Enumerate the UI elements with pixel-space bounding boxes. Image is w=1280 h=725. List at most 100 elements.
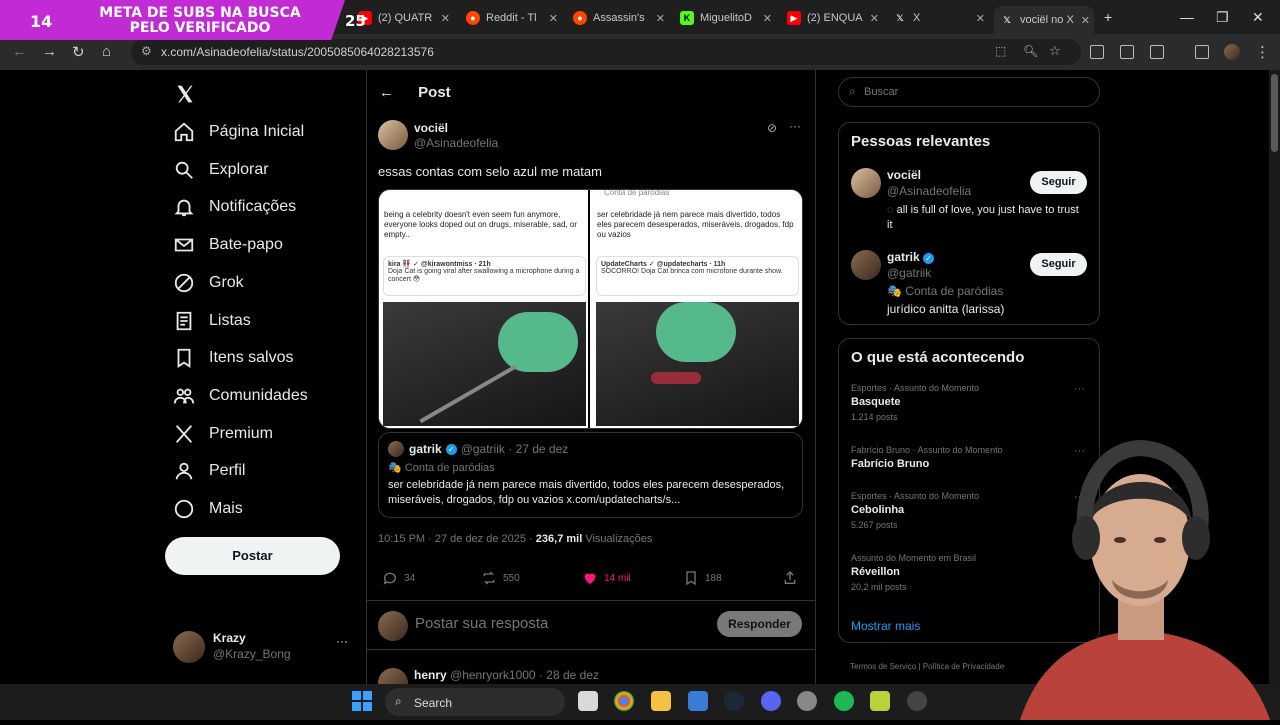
avatar — [378, 668, 408, 684]
task-view-icon[interactable] — [578, 691, 598, 711]
menu-icon[interactable]: ⋮ — [1255, 43, 1270, 61]
nav-item-notifica-es[interactable]: Notificações — [173, 196, 296, 218]
nav-item-explorar[interactable]: Explorar — [173, 159, 269, 181]
app-icon[interactable] — [870, 691, 890, 711]
quoted-post[interactable]: gatrik ✓ @gatriik · 27 de dez 🎭 Conta de… — [378, 432, 803, 518]
post-media[interactable]: being a celebrity doesn't even seem fun … — [378, 189, 803, 429]
bookmark-star-icon[interactable]: ☆ — [1049, 43, 1061, 59]
repost-button[interactable]: 550 — [481, 570, 520, 586]
file-explorer-icon[interactable] — [651, 691, 671, 711]
avatar[interactable] — [851, 168, 881, 198]
panel-title: Pessoas relevantes — [851, 133, 991, 150]
footer-links[interactable]: Termos de Serviço | Política de Privacid… — [850, 662, 1004, 671]
nav-item-bate-papo[interactable]: Bate-papo — [173, 234, 283, 256]
share-button[interactable] — [782, 570, 804, 586]
close-tab-icon[interactable]: ✕ — [976, 12, 985, 25]
close-tab-icon[interactable]: ✕ — [549, 12, 558, 25]
nav-item-grok[interactable]: Grok — [173, 272, 244, 294]
avatar[interactable] — [851, 250, 881, 280]
url-text: x.com/Asinadeofelia/status/2005085064028… — [161, 45, 434, 59]
follow-button[interactable]: Seguir — [1030, 171, 1087, 194]
restore-button[interactable]: ❐ — [1216, 9, 1229, 26]
nav-item-perfil[interactable]: Perfil — [173, 460, 245, 482]
author-handle[interactable]: @Asinadeofelia — [414, 136, 498, 150]
close-tab-icon[interactable]: ✕ — [1081, 14, 1090, 27]
browser-tab[interactable]: K MiguelitoD ✕ — [680, 6, 776, 30]
follow-button[interactable]: Seguir — [1030, 253, 1087, 276]
close-tab-icon[interactable]: ✕ — [870, 12, 879, 25]
nav-item-premium[interactable]: Premium — [173, 423, 273, 445]
avatar[interactable] — [378, 120, 408, 150]
media-icon[interactable] — [1195, 45, 1209, 59]
reply-input[interactable]: Postar sua resposta — [415, 615, 548, 632]
steam-icon[interactable] — [724, 691, 744, 711]
grok-icon[interactable]: ⊘ — [767, 121, 777, 135]
x-logo-icon — [175, 424, 193, 443]
account-switcher[interactable]: Krazy @Krazy_Bong ··· — [173, 628, 353, 668]
scrollbar-thumb[interactable] — [1271, 74, 1278, 152]
nav-item-listas[interactable]: Listas — [173, 310, 251, 332]
reload-icon[interactable]: ↻ — [72, 43, 85, 61]
taskbar-search[interactable]: ⌕ Search — [385, 688, 565, 716]
url-bar[interactable]: ⚙ x.com/Asinadeofelia/status/20050850640… — [131, 39, 1081, 65]
browser-tab[interactable]: 𝕏 X ✕ — [893, 6, 989, 30]
browser-tab[interactable]: ▶ (2) QUATR ✕ — [358, 6, 454, 30]
more-dots-icon[interactable]: ··· — [789, 119, 801, 133]
bookmark-button[interactable]: 188 — [683, 570, 722, 586]
search-input[interactable]: ⌕ Buscar — [838, 77, 1100, 107]
browser-tab[interactable]: ● Assassin's ✕ — [573, 6, 669, 30]
discord-icon[interactable] — [761, 691, 781, 711]
obs-icon[interactable] — [907, 691, 927, 711]
more-dots-icon[interactable]: ··· — [1074, 383, 1085, 395]
extension-icon[interactable] — [1090, 45, 1104, 59]
author-name[interactable]: vociël — [414, 121, 448, 135]
forward-icon[interactable]: → — [42, 43, 57, 60]
reply-button[interactable]: 34 — [382, 570, 415, 586]
post-button[interactable]: Postar — [165, 537, 340, 575]
nav-item-p-gina-inicial[interactable]: Página Inicial — [173, 121, 304, 143]
quoted-text: ser celebridade já nem parece mais diver… — [388, 479, 785, 506]
x-logo-icon[interactable] — [175, 84, 195, 104]
x-logo-icon: 𝕏 — [1003, 14, 1011, 25]
nav-item-comunidades[interactable]: Comunidades — [173, 385, 308, 407]
nav-label: Mais — [209, 500, 243, 517]
search-icon: ⌕ — [849, 84, 856, 98]
home-icon[interactable]: ⌂ — [102, 43, 111, 60]
site-info-icon[interactable]: ⚙ — [141, 44, 152, 58]
extension-icon[interactable] — [1120, 45, 1134, 59]
back-arrow-icon[interactable]: ← — [379, 84, 394, 101]
close-tab-icon[interactable]: ✕ — [763, 12, 772, 25]
browser-tab[interactable]: ● Reddit - Tl ✕ — [466, 6, 562, 30]
avatar — [388, 441, 404, 457]
install-icon[interactable]: ⬚ — [995, 44, 1006, 58]
trend-item[interactable]: Esportes · Assunto do Momento Basquete 1.2… — [851, 383, 1091, 422]
spotify-icon[interactable] — [834, 691, 854, 711]
post-meta: 10:15 PM · 27 de dez de 2025 · 236,7 mil… — [378, 533, 653, 545]
browser-tab[interactable]: ▶ (2) ENQUA ✕ — [787, 6, 883, 30]
puzzle-icon[interactable] — [1150, 45, 1164, 59]
profile-avatar[interactable] — [1224, 44, 1240, 60]
overlay-text: META DE SUBS NA BUSCA PELO VERIFICADO — [99, 5, 301, 36]
mail-icon — [174, 238, 194, 252]
home-icon — [174, 122, 194, 142]
repost-icon — [483, 571, 495, 585]
new-tab-button[interactable]: + — [1104, 9, 1112, 25]
reply-submit-button[interactable]: Responder — [717, 611, 802, 637]
chrome-icon[interactable] — [614, 691, 634, 711]
nav-item-itens-salvos[interactable]: Itens salvos — [173, 347, 293, 369]
more-dots-icon[interactable]: ··· — [336, 634, 348, 648]
back-icon[interactable]: ← — [12, 43, 27, 60]
windows-start-icon[interactable] — [352, 691, 372, 711]
close-tab-icon[interactable]: ✕ — [656, 12, 665, 25]
settings-icon[interactable] — [797, 691, 817, 711]
zoom-icon[interactable]: 🔍︎ — [1023, 44, 1038, 58]
nav-item-mais[interactable]: Mais — [173, 498, 243, 520]
minimize-button[interactable]: — — [1180, 9, 1194, 25]
close-tab-icon[interactable]: ✕ — [441, 12, 450, 25]
like-button[interactable]: 14 mil — [582, 570, 631, 586]
store-icon[interactable] — [688, 691, 708, 711]
close-window-button[interactable]: ✕ — [1252, 9, 1264, 26]
avatar — [378, 611, 408, 641]
browser-tab-active[interactable]: 𝕏vociël no X ✕ — [994, 6, 1094, 34]
show-more-link[interactable]: Mostrar mais — [851, 619, 920, 633]
